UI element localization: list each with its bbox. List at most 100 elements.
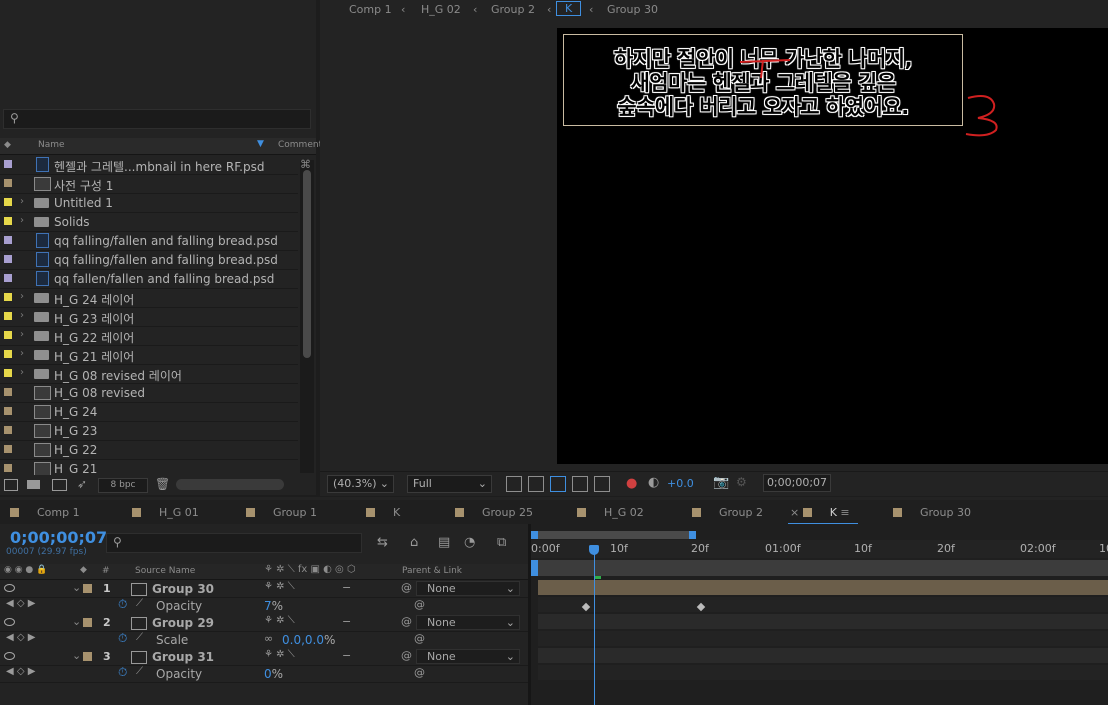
timeline-search-input[interactable]: ⚲ bbox=[106, 533, 362, 553]
label-color-swatch[interactable] bbox=[4, 464, 12, 472]
keyframe-navigator-icon[interactable]: ◀ ◇ ▶ bbox=[6, 598, 35, 609]
layer-duration-bar[interactable] bbox=[538, 580, 1108, 595]
zoom-dropdown[interactable]: (40.3%) ⌄ bbox=[327, 475, 394, 493]
color-management-icon[interactable]: ◐ bbox=[648, 475, 659, 490]
project-item[interactable]: H_G 21 bbox=[0, 459, 298, 475]
layer-duration-bar[interactable] bbox=[538, 648, 1108, 663]
label-color-swatch[interactable] bbox=[4, 236, 12, 244]
expression-pick-whip-icon[interactable]: @ bbox=[414, 666, 425, 679]
column-parent[interactable]: Parent & Link bbox=[402, 566, 462, 576]
parent-dropdown[interactable]: None ⌄ bbox=[416, 581, 520, 596]
visibility-eye-icon[interactable] bbox=[4, 652, 15, 660]
comp-start-marker[interactable] bbox=[531, 560, 538, 576]
work-area-start-handle[interactable] bbox=[531, 531, 538, 539]
thumbnail-zoom-slider[interactable] bbox=[176, 479, 284, 490]
comp-mini-flowchart-icon[interactable]: ⇆ bbox=[377, 535, 388, 550]
motion-blur-icon[interactable]: ◔ bbox=[464, 535, 475, 550]
project-item[interactable]: › H_G 21 레이어 bbox=[0, 345, 298, 365]
twirl-down-icon[interactable]: ⌄ bbox=[72, 615, 81, 628]
layer-name[interactable]: Group 31 bbox=[152, 650, 214, 664]
blend-switch[interactable]: − bbox=[342, 615, 351, 628]
breadcrumb-item[interactable]: H_G 02 bbox=[421, 3, 461, 16]
work-area-bar[interactable] bbox=[531, 531, 691, 539]
label-color-swatch[interactable] bbox=[4, 293, 12, 301]
viewer-timecode[interactable]: 0;00;00;07 bbox=[763, 474, 831, 492]
close-icon[interactable]: × bbox=[790, 506, 803, 519]
project-item[interactable]: › Solids bbox=[0, 212, 298, 232]
sort-chevron-icon[interactable]: ▼ bbox=[257, 139, 264, 149]
property-track[interactable] bbox=[538, 631, 1108, 646]
label-color-swatch[interactable] bbox=[4, 350, 12, 358]
subtitle-layer-bounds[interactable]: 하지만 절안이 너무 가난한 나머지, 새엄마는 헨젤과 그레텔을 깊은 숲속에… bbox=[563, 34, 963, 126]
property-track[interactable] bbox=[538, 665, 1108, 680]
pick-whip-icon[interactable]: @ bbox=[401, 581, 412, 594]
pick-whip-icon[interactable]: @ bbox=[401, 649, 412, 662]
graph-editor-icon[interactable]: ⧉ bbox=[497, 535, 506, 550]
label-color-swatch[interactable] bbox=[4, 179, 12, 187]
project-item[interactable]: › Untitled 1 bbox=[0, 193, 298, 213]
twirl-down-icon[interactable]: ⌄ bbox=[72, 649, 81, 662]
project-item[interactable]: 헨젤과 그레텔...mbnail in here RF.psd bbox=[0, 155, 298, 175]
project-item[interactable]: H_G 23 bbox=[0, 421, 298, 441]
project-scrollbar[interactable] bbox=[300, 160, 314, 473]
project-item[interactable]: › H_G 23 레이어 bbox=[0, 307, 298, 327]
adjust-icon[interactable]: ➶ bbox=[77, 477, 87, 491]
layer-row[interactable]: ⌄ 2 Group 29 ⚘ ✲ ⟍ − @ None ⌄ bbox=[0, 614, 530, 632]
timeline-tab[interactable]: Comp 1 bbox=[10, 506, 80, 519]
label-color-swatch[interactable] bbox=[4, 426, 12, 434]
comp-work-bar[interactable] bbox=[531, 560, 1108, 576]
label-color-swatch[interactable] bbox=[83, 618, 92, 627]
label-color-swatch[interactable] bbox=[4, 274, 12, 282]
timeline-tab[interactable]: Group 2 bbox=[692, 506, 763, 519]
frame-blending-icon[interactable]: ▤ bbox=[438, 535, 450, 550]
expand-arrow-icon[interactable]: › bbox=[20, 196, 24, 207]
project-item[interactable]: H_G 24 bbox=[0, 402, 298, 422]
interpret-footage-icon[interactable] bbox=[4, 479, 18, 491]
layer-name[interactable]: Group 30 bbox=[152, 582, 214, 596]
property-value[interactable]: 0.0,0.0% bbox=[282, 633, 335, 647]
project-item[interactable]: qq fallen/fallen and falling bread.psd bbox=[0, 269, 298, 289]
expand-arrow-icon[interactable]: › bbox=[20, 310, 24, 321]
parent-dropdown[interactable]: None ⌄ bbox=[416, 649, 520, 664]
property-value-number[interactable]: 0.0,0.0 bbox=[282, 633, 324, 647]
bpc-button[interactable]: 8 bpc bbox=[98, 478, 148, 493]
graph-icon[interactable]: ⟋ bbox=[136, 666, 143, 677]
property-row[interactable]: ◀ ◇ ▶ ⏱ ⟋ Opacity 7% @ bbox=[0, 597, 530, 615]
blend-switch[interactable]: − bbox=[342, 581, 351, 594]
tab-menu-icon[interactable]: ≡ bbox=[837, 506, 849, 519]
project-item[interactable]: › H_G 08 revised 레이어 bbox=[0, 364, 298, 384]
mask-visibility-icon[interactable] bbox=[550, 476, 566, 492]
parent-dropdown[interactable]: None ⌄ bbox=[416, 615, 520, 630]
layer-duration-bar[interactable] bbox=[538, 614, 1108, 629]
label-color-swatch[interactable] bbox=[4, 445, 12, 453]
project-item[interactable]: H_G 08 revised bbox=[0, 383, 298, 403]
expand-arrow-icon[interactable]: › bbox=[20, 291, 24, 302]
label-color-swatch[interactable] bbox=[83, 584, 92, 593]
project-item[interactable]: H_G 22 bbox=[0, 440, 298, 460]
stopwatch-icon[interactable]: ⏱ bbox=[118, 665, 127, 680]
layer-switch-icons[interactable]: ⚘ ✲ ⟍ bbox=[264, 581, 295, 592]
project-item[interactable]: 사전 구성 1 bbox=[0, 174, 298, 194]
label-color-swatch[interactable] bbox=[4, 369, 12, 377]
playhead-line[interactable] bbox=[594, 546, 595, 705]
layer-switch-icons[interactable]: ⚘ ✲ ⟍ bbox=[264, 615, 295, 626]
label-color-swatch[interactable] bbox=[4, 217, 12, 225]
scrollbar-thumb[interactable] bbox=[303, 170, 311, 358]
timeline-tab[interactable]: × K ≡ bbox=[788, 506, 858, 525]
label-tag-icon[interactable]: ◆ bbox=[4, 140, 11, 150]
project-item[interactable]: qq falling/fallen and falling bread.psd bbox=[0, 231, 298, 251]
timeline-tab[interactable]: Group 30 bbox=[893, 506, 971, 519]
property-track[interactable] bbox=[538, 597, 1108, 612]
label-color-swatch[interactable] bbox=[4, 388, 12, 396]
visibility-eye-icon[interactable] bbox=[4, 618, 15, 626]
layer-name[interactable]: Group 29 bbox=[152, 616, 214, 630]
stopwatch-icon[interactable]: ⏱ bbox=[118, 597, 127, 612]
layer-row[interactable]: ⌄ 3 Group 31 ⚘ ✲ ⟍ − @ None ⌄ bbox=[0, 648, 530, 666]
breadcrumb-item-active[interactable]: K bbox=[556, 1, 582, 16]
current-time-display[interactable]: 0;00;00;07 bbox=[10, 528, 107, 547]
breadcrumb-item[interactable]: Group 2 bbox=[491, 3, 535, 16]
project-item[interactable]: › H_G 24 레이어 bbox=[0, 288, 298, 308]
resolution-dropdown[interactable]: Full ⌄ bbox=[407, 475, 492, 493]
breadcrumb-item[interactable]: Group 30 bbox=[607, 3, 658, 16]
label-color-swatch[interactable] bbox=[83, 652, 92, 661]
